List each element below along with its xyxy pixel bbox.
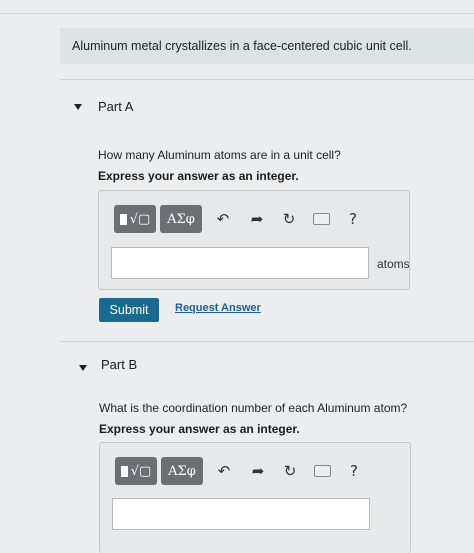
request-answer-link[interactable]: Request Answer (175, 302, 261, 314)
intro-text: Aluminum metal crystallizes in a face-ce… (72, 39, 412, 53)
part-b-question: What is the coordination number of each … (99, 401, 408, 415)
undo-icon[interactable]: ↶ (214, 461, 234, 481)
redo-icon[interactable]: ➦ (247, 209, 267, 229)
top-divider (0, 13, 474, 14)
template-icon (119, 213, 127, 225)
keyboard-icon[interactable] (312, 461, 332, 481)
section-divider (60, 341, 474, 342)
problem-intro: Aluminum metal crystallizes in a face-ce… (60, 28, 474, 64)
part-b-title[interactable]: Part B (101, 357, 137, 372)
section-divider (60, 79, 474, 80)
part-b-answer-panel: √▢ ΑΣφ ↶ ➦ ↻ ? (99, 442, 411, 553)
greek-symbols-button[interactable]: ΑΣφ (161, 457, 203, 485)
part-b-answer-input[interactable] (112, 498, 370, 530)
part-a-unit: atoms (377, 257, 410, 271)
greek-symbols-button[interactable]: ΑΣφ (160, 205, 202, 233)
help-icon[interactable]: ? (343, 209, 363, 229)
caret-down-icon[interactable] (79, 365, 87, 371)
template-icon (120, 465, 128, 477)
help-icon[interactable]: ? (344, 461, 364, 481)
reset-icon[interactable]: ↻ (280, 461, 300, 481)
submit-button[interactable]: Submit (99, 298, 159, 322)
redo-icon[interactable]: ➦ (248, 461, 268, 481)
part-a-instruction: Express your answer as an integer. (98, 169, 299, 183)
part-a-title[interactable]: Part A (98, 99, 133, 114)
template-button[interactable]: √▢ (114, 205, 156, 233)
reset-icon[interactable]: ↻ (279, 209, 299, 229)
part-a-answer-input[interactable] (111, 247, 369, 279)
keyboard-icon[interactable] (311, 209, 331, 229)
part-b-instruction: Express your answer as an integer. (99, 422, 300, 436)
part-a-question: How many Aluminum atoms are in a unit ce… (98, 148, 341, 162)
template-button[interactable]: √▢ (115, 457, 157, 485)
undo-icon[interactable]: ↶ (213, 209, 233, 229)
part-a-answer-panel: √▢ ΑΣφ ↶ ➦ ↻ ? atoms (98, 190, 410, 290)
caret-down-icon[interactable] (74, 104, 82, 110)
